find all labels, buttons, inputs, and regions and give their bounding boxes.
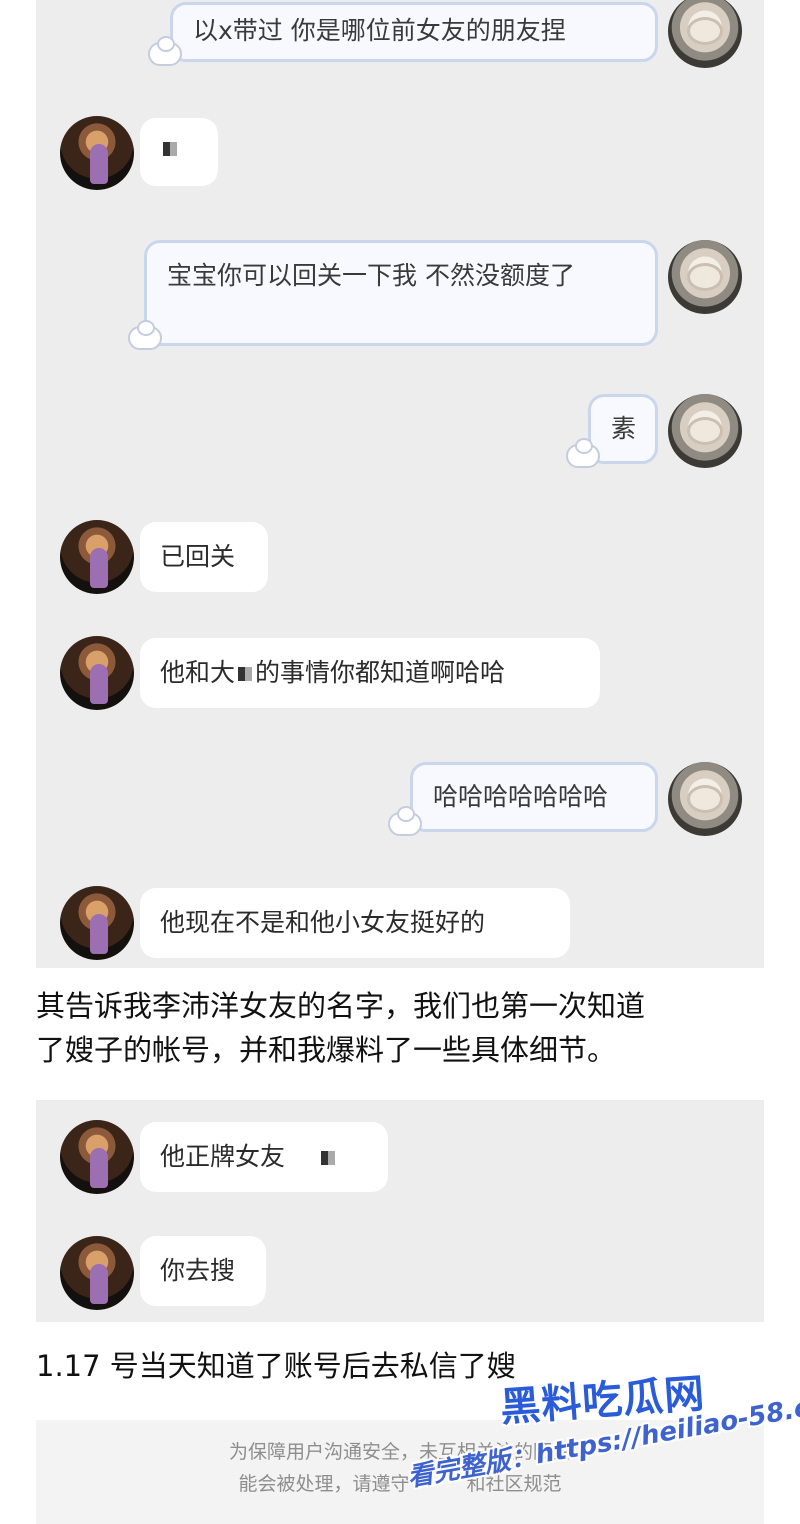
notice-line: 能会被处理，请遵守 和社区规范: [238, 1473, 562, 1495]
contact-avatar[interactable]: [60, 1120, 134, 1194]
cloud-decoration-icon: [148, 36, 182, 66]
contact-avatar[interactable]: [60, 520, 134, 594]
cloud-decoration-icon: [566, 438, 600, 468]
article-caption: 1.17 号当天知道了账号后去私信了嫂: [36, 1349, 516, 1383]
message-text: 他正牌女友: [160, 1142, 286, 1171]
redacted-block: [238, 667, 253, 681]
message-bubble-incoming[interactable]: 他正牌女友: [140, 1122, 388, 1192]
caption-line: 其告诉我李沛洋女友的名字，我们也第一次知道: [36, 989, 646, 1023]
message-bubble-incoming[interactable]: 你去搜: [140, 1236, 266, 1306]
cloud-decoration-icon: [388, 806, 422, 836]
message-bubble-outgoing[interactable]: 以x带过 你是哪位前女友的朋友捏: [170, 2, 658, 62]
my-avatar[interactable]: [668, 762, 742, 836]
contact-avatar[interactable]: [60, 886, 134, 960]
message-bubble-outgoing[interactable]: 哈哈哈哈哈哈哈: [410, 762, 658, 832]
message-bubble-incoming[interactable]: 他现在不是和他小女友挺好的: [140, 888, 570, 958]
message-bubble-incoming-redacted[interactable]: [140, 118, 218, 186]
message-text-part: 的事情你都知道啊哈哈: [255, 658, 506, 687]
contact-avatar[interactable]: [60, 636, 134, 710]
contact-avatar[interactable]: [60, 1236, 134, 1310]
message-bubble-outgoing[interactable]: 宝宝你可以回关一下我 不然没额度了: [144, 240, 658, 346]
redacted-block: [163, 142, 177, 156]
cloud-decoration-icon: [128, 320, 162, 350]
message-bubble-incoming[interactable]: 他和大 的事情你都知道啊哈哈: [140, 638, 600, 708]
my-avatar[interactable]: [668, 240, 742, 314]
caption-line: 了嫂子的帐号，并和我爆料了一些具体细节。: [36, 1033, 617, 1067]
message-text-part: 他和大: [160, 658, 236, 687]
contact-avatar[interactable]: [60, 116, 134, 190]
my-avatar[interactable]: [668, 394, 742, 468]
article-caption: 其告诉我李沛洋女友的名字，我们也第一次知道 了嫂子的帐号，并和我爆料了一些具体细…: [36, 984, 645, 1072]
message-bubble-incoming[interactable]: 已回关: [140, 522, 268, 592]
redacted-block: [320, 1151, 335, 1165]
